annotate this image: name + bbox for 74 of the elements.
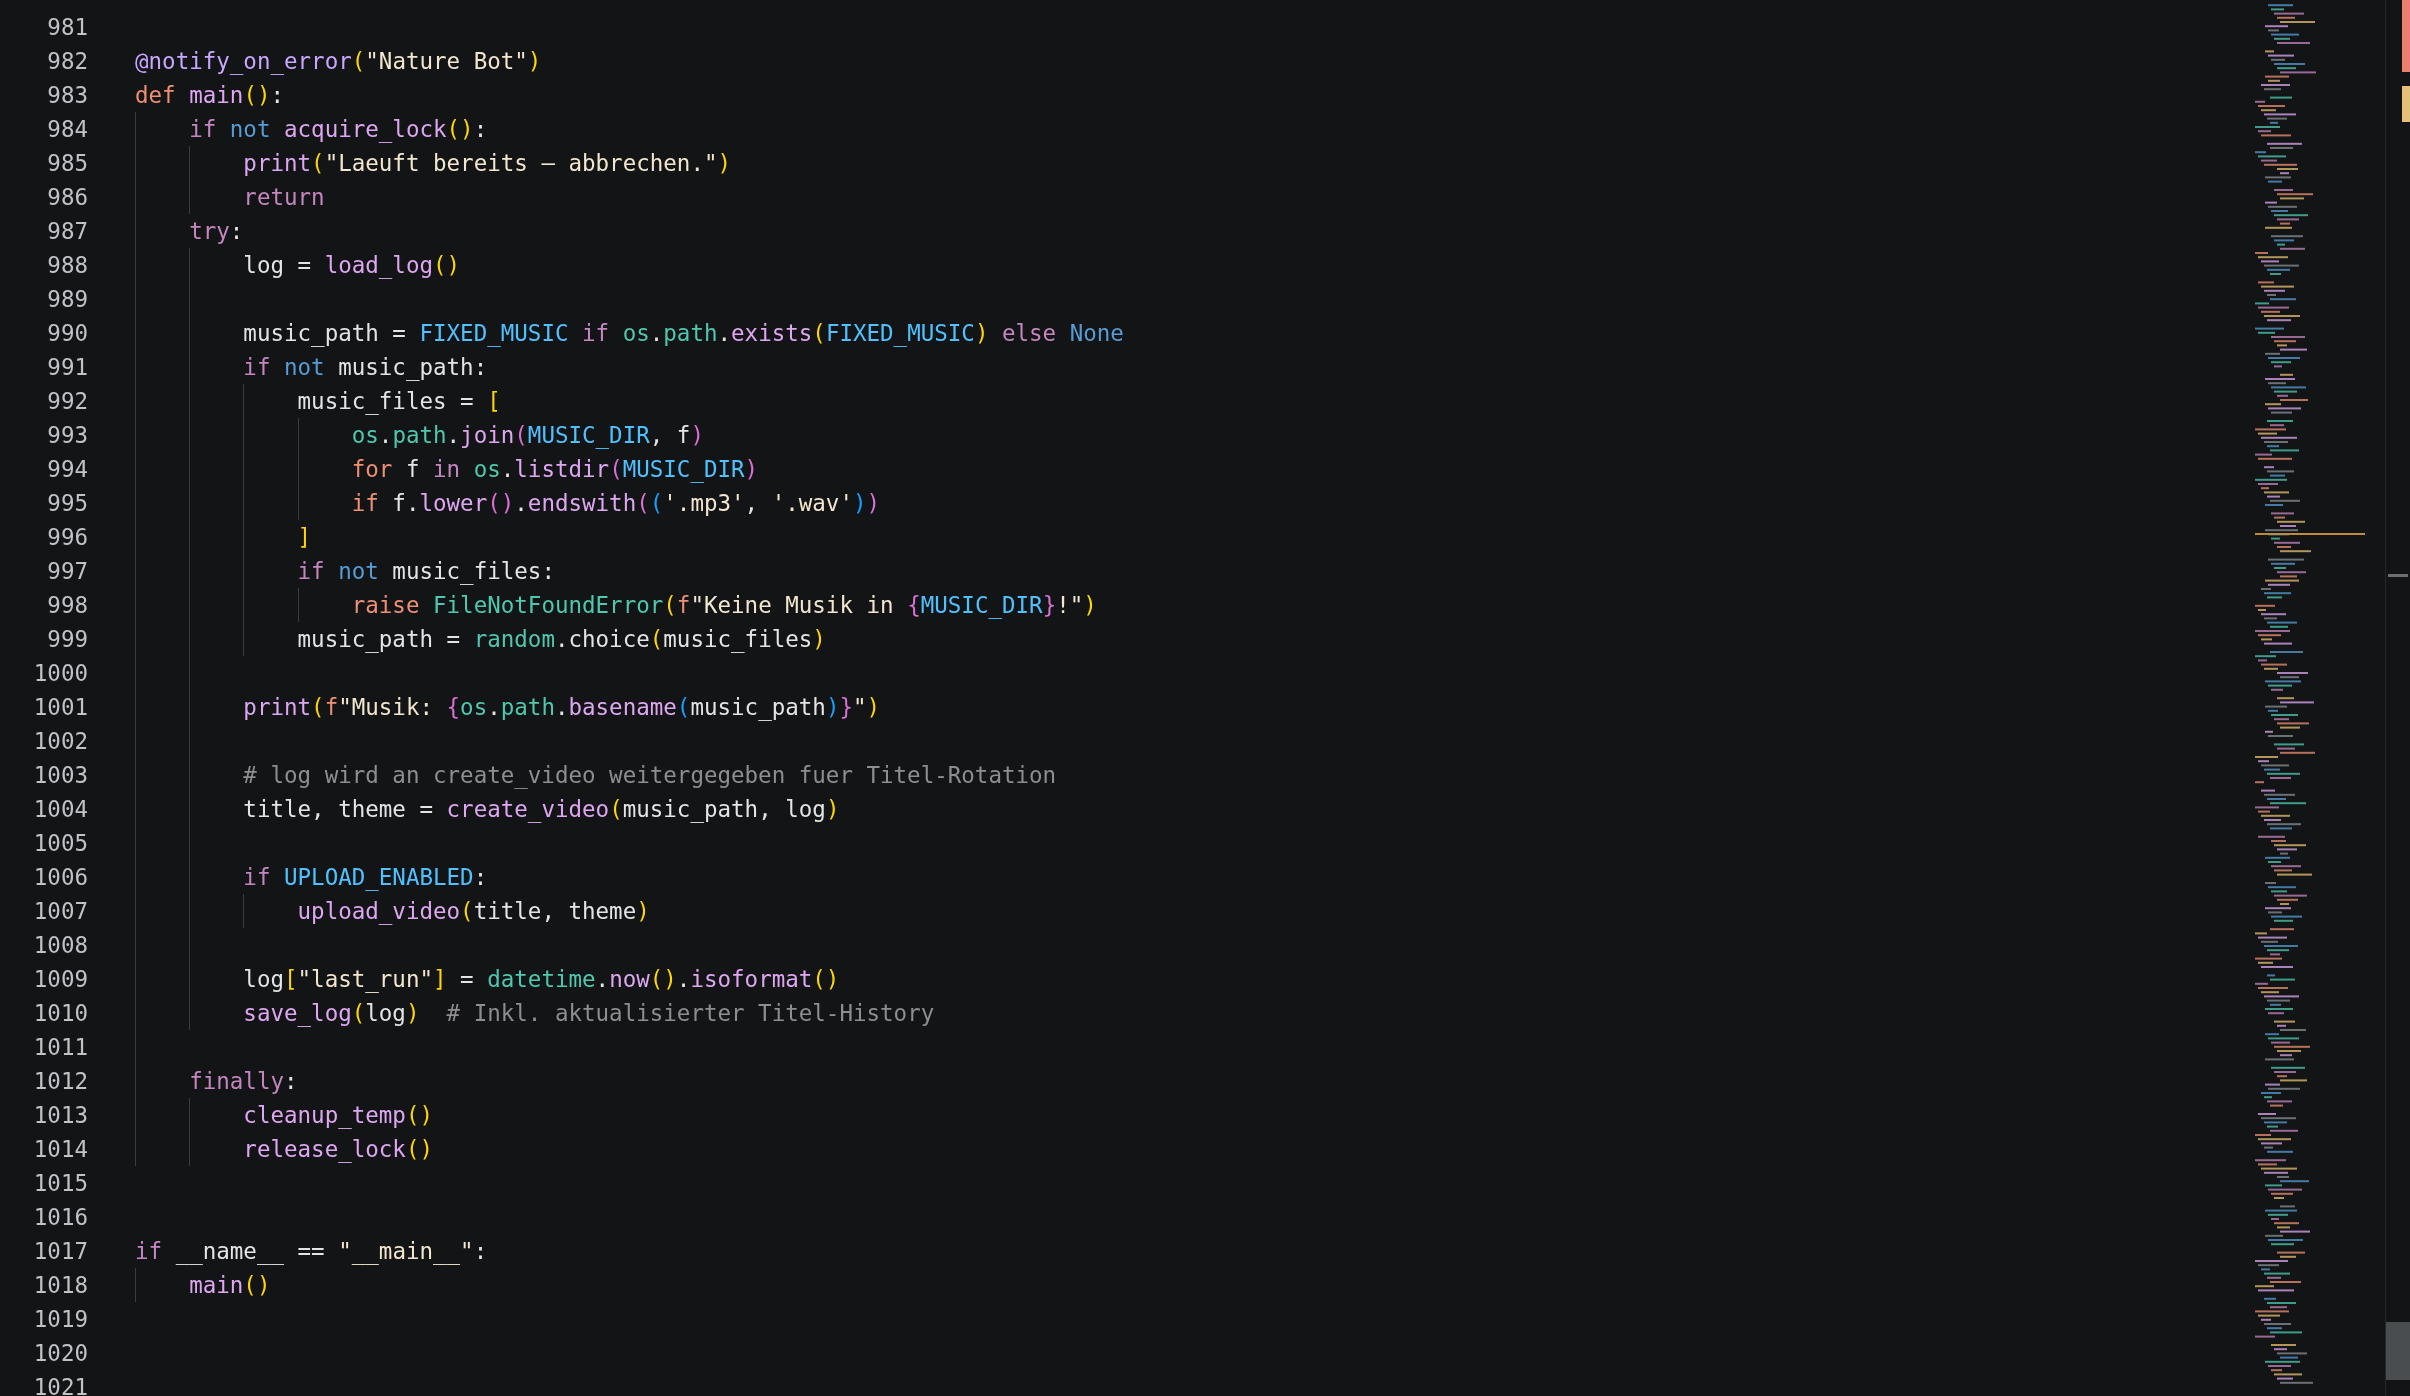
line-number: 1007 (32, 898, 88, 924)
line-number: 989 (46, 286, 88, 312)
line-number: 990 (46, 320, 88, 346)
line-number: 984 (46, 116, 88, 142)
line-number: 1008 (32, 932, 88, 958)
error-marker (2402, 0, 2410, 72)
code-line: title, theme = create_video(music_path, log) (243, 796, 840, 822)
line-number: 987 (46, 218, 88, 244)
line-number: 1000 (32, 660, 88, 686)
code-line: ] (297, 524, 312, 550)
line-number: 988 (46, 252, 88, 278)
code-line: if UPLOAD_ENABLED: (243, 864, 488, 890)
code-line: release_lock() (243, 1136, 433, 1162)
line-number: 995 (46, 490, 88, 516)
code-line: print(f"Musik: {os.path.basename(music_path)}") (243, 694, 881, 720)
code-line: # log wird an create_video weitergegeben fuer Titel-Rotation (243, 762, 1057, 788)
line-number: 985 (46, 150, 88, 176)
line-number: 982 (46, 48, 88, 74)
line-number: 999 (46, 626, 88, 652)
code-line: if not acquire_lock(): (189, 116, 488, 142)
line-number: 992 (46, 388, 88, 414)
code-line: music_path = random.choice(music_files) (297, 626, 826, 652)
line-number: 1010 (32, 1000, 88, 1026)
line-number: 1015 (32, 1170, 88, 1196)
code-line: if __name__ == "__main__": (135, 1238, 488, 1264)
code-line: def main(): (135, 82, 284, 108)
code-line: return (243, 184, 325, 210)
line-number: 1003 (32, 762, 88, 788)
warning-marker (2402, 86, 2410, 122)
line-number: 1012 (32, 1068, 88, 1094)
line-number: 1018 (32, 1272, 88, 1298)
code-line: main() (189, 1272, 271, 1298)
code-line: save_log(log) # Inkl. aktualisierter Titel-History (243, 1000, 935, 1026)
line-number: 1009 (32, 966, 88, 992)
line-number: 998 (46, 592, 88, 618)
line-number: 1011 (32, 1034, 88, 1060)
line-number: 1021 (32, 1374, 88, 1396)
line-number: 1004 (32, 796, 88, 822)
scrollbar-thumb[interactable] (2386, 1322, 2410, 1380)
line-number: 991 (46, 354, 88, 380)
code-line: os.path.join(MUSIC_DIR, f) (351, 422, 704, 448)
code-line: if not music_path: (243, 354, 488, 380)
position-marker (2388, 574, 2408, 577)
line-number: 1013 (32, 1102, 88, 1128)
line-number: 994 (46, 456, 88, 482)
code-line: print("Laeuft bereits – abbrechen.") (243, 150, 732, 176)
code-line: try: (189, 218, 244, 244)
code-line: log["last_run"] = datetime.now().isoformat() (243, 966, 840, 992)
code-line: if not music_files: (297, 558, 555, 584)
code-line: finally: (189, 1068, 298, 1094)
line-number: 1017 (32, 1238, 88, 1264)
code-line: for f in os.listdir(MUSIC_DIR) (351, 456, 759, 482)
line-number: 1016 (32, 1204, 88, 1230)
code-line: cleanup_temp() (243, 1102, 433, 1128)
line-number: 1005 (32, 830, 88, 856)
line-number: 1002 (32, 728, 88, 754)
line-number: 996 (46, 524, 88, 550)
code-line: if f.lower().endswith(('.mp3', '.wav')) (351, 490, 881, 516)
line-number: 993 (46, 422, 88, 448)
code-line: raise FileNotFoundError(f"Keine Musik in {MUSIC_DIR}!") (351, 592, 1097, 618)
line-number: 1006 (32, 864, 88, 890)
code-line: music_path = FIXED_MUSIC if os.path.exists(FIXED_MUSIC) else None (243, 320, 1124, 346)
code-line: @notify_on_error("Nature Bot") (135, 48, 542, 74)
line-number: 986 (46, 184, 88, 210)
code-line: log = load_log() (243, 252, 461, 278)
line-number: 981 (46, 14, 88, 40)
code-line: music_files = [ (297, 388, 501, 414)
line-number: 1019 (32, 1306, 88, 1332)
code-line: upload_video(title, theme) (297, 898, 650, 924)
line-number: 997 (46, 558, 88, 584)
line-number: 983 (46, 82, 88, 108)
line-number: 1001 (32, 694, 88, 720)
line-number: 1020 (32, 1340, 88, 1366)
line-number: 1014 (32, 1136, 88, 1162)
